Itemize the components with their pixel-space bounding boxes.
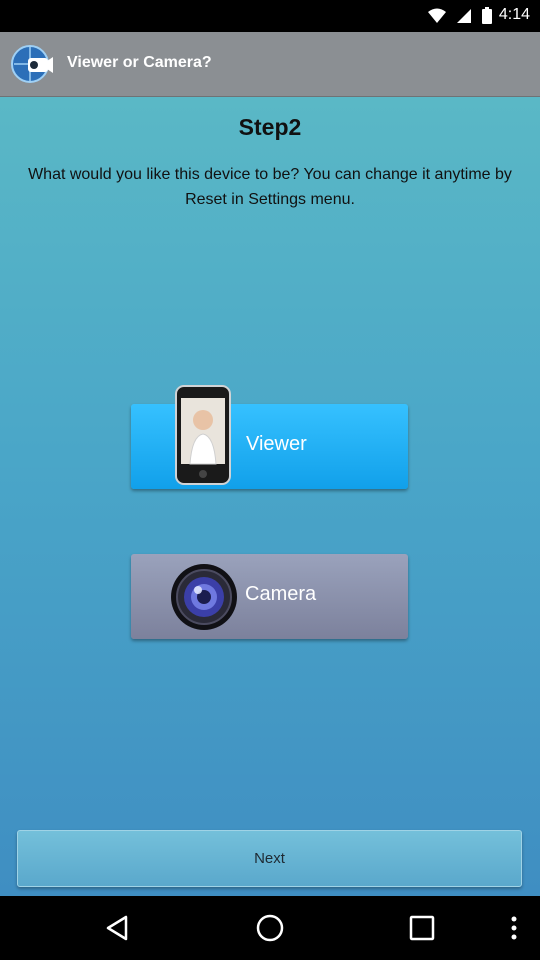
- status-bar: 4:14: [0, 0, 540, 32]
- camera-button[interactable]: Camera: [131, 554, 408, 639]
- signal-icon: [456, 8, 472, 29]
- next-label: Next: [254, 850, 285, 867]
- battery-icon: [482, 7, 492, 29]
- step-description: What would you like this device to be? Y…: [28, 166, 512, 208]
- phone-icon: [174, 384, 232, 486]
- step-title: Step2: [238, 114, 302, 140]
- status-icons: [428, 7, 492, 29]
- overflow-menu-icon[interactable]: [498, 912, 530, 944]
- viewer-button[interactable]: Viewer: [131, 385, 408, 489]
- app-title: Viewer or Camera?: [67, 54, 212, 71]
- home-icon[interactable]: [254, 912, 286, 944]
- navigation-bar: [0, 896, 540, 960]
- main-content: Step2 What would you like this device to…: [0, 97, 540, 896]
- status-time: 4:14: [498, 6, 530, 23]
- recents-icon[interactable]: [406, 912, 438, 944]
- next-button[interactable]: Next: [17, 830, 522, 887]
- app-logo-icon: [10, 42, 54, 86]
- wifi-icon: [428, 8, 446, 29]
- app-bar: Viewer or Camera?: [0, 32, 540, 97]
- camera-label: Camera: [245, 583, 317, 605]
- back-icon[interactable]: [102, 912, 134, 944]
- viewer-label: Viewer: [246, 433, 307, 455]
- camera-lens-icon: [169, 562, 239, 632]
